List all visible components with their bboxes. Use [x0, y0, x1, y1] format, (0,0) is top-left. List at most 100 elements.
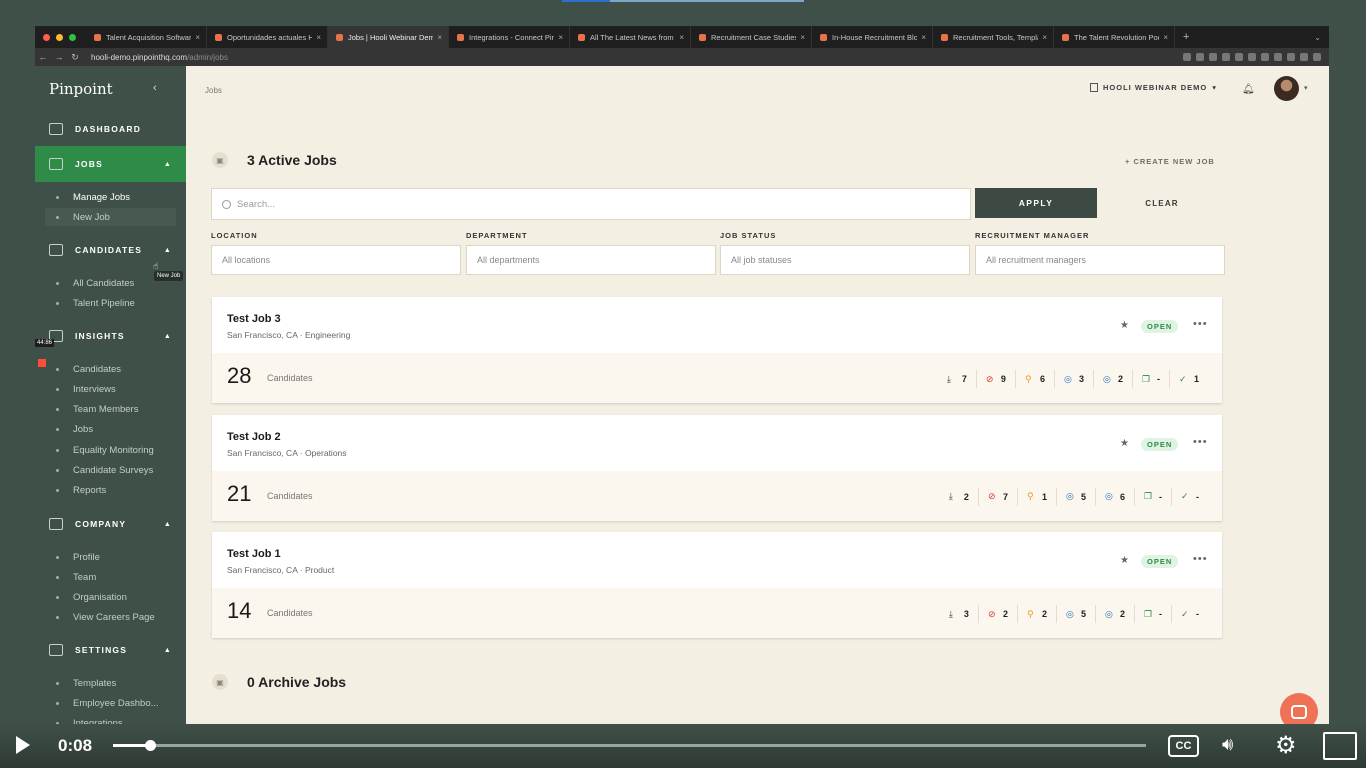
sidebar-subitem[interactable]: Interviews	[45, 380, 176, 398]
bookmark-star-icon[interactable]	[1209, 53, 1217, 61]
pipeline-stage[interactable]: ⤓ 3	[940, 605, 979, 623]
sidebar-subitem[interactable]: Integrations	[45, 715, 176, 724]
more-options-icon[interactable]: •••	[1193, 553, 1208, 565]
browser-tab[interactable]: All The Latest News from Pinp ×	[570, 26, 691, 48]
nav-insights[interactable]: INSIGHTS ▲	[35, 318, 186, 354]
pipeline-stage[interactable]: ✓ -	[1172, 488, 1208, 506]
seek-handle[interactable]	[145, 740, 157, 751]
browser-tab[interactable]: Oportunidades actuales Hooli ×	[207, 26, 328, 48]
sidebar-subitem[interactable]: Team	[45, 568, 176, 586]
sidebar-subitem[interactable]: Profile	[45, 548, 176, 566]
sidebar-subitem[interactable]: Reports	[45, 482, 176, 500]
nav-candidates[interactable]: CANDIDATES ▲	[35, 232, 186, 268]
filter-select[interactable]: All departments	[466, 245, 716, 275]
chevron-down-icon[interactable]: ▾	[1304, 84, 1308, 92]
pipeline-stage[interactable]: ❐ -	[1135, 487, 1172, 506]
pipeline-stage[interactable]: ⊘ 9	[977, 370, 1016, 388]
job-card[interactable]: Test Job 3 San Francisco, CA · Engineerin…	[212, 297, 1222, 403]
browser-tab[interactable]: Recruitment Case Studies - Le×	[691, 26, 812, 48]
browser-tab[interactable]: The Talent Revolution Podcast ×	[1054, 26, 1175, 48]
reload-icon[interactable]: ↻	[67, 52, 83, 63]
browser-tab[interactable]: Talent Acquisition Software - A×	[86, 26, 207, 48]
collapse-sidebar-icon[interactable]: ‹	[153, 82, 157, 94]
captions-button[interactable]: CC	[1168, 735, 1199, 757]
pipeline-stage[interactable]: ◎ 5	[1057, 487, 1096, 506]
apply-button[interactable]: APPLY	[975, 188, 1097, 218]
close-window-button[interactable]	[43, 33, 50, 41]
zoom-icon[interactable]	[1183, 53, 1191, 61]
pipeline-stage[interactable]: ⊘ 2	[979, 605, 1018, 623]
sidebar-subitem[interactable]: Templates	[45, 674, 176, 692]
job-title[interactable]: Test Job 3	[227, 313, 281, 325]
nav-company[interactable]: COMPANY ▲	[35, 506, 186, 542]
nav-settings[interactable]: SETTINGS ▲	[35, 632, 186, 668]
pipeline-stage[interactable]: ✓ 1	[1170, 370, 1208, 388]
nav-dashboard[interactable]: DASHBOARD	[35, 111, 186, 147]
extension-icon[interactable]	[1222, 53, 1230, 61]
pipeline-stage[interactable]: ◎ 5	[1057, 605, 1096, 623]
more-options-icon[interactable]: •••	[1193, 436, 1208, 448]
sidebar-subitem[interactable]: New Job	[45, 208, 176, 227]
avatar[interactable]	[1274, 76, 1299, 101]
new-tab-button[interactable]: +	[1175, 31, 1197, 43]
more-options-icon[interactable]: •••	[1193, 318, 1208, 330]
filter-select[interactable]: All job statuses	[720, 245, 970, 275]
pipeline-stage[interactable]: ◎ 6	[1096, 487, 1135, 506]
close-tab-icon[interactable]: ×	[437, 33, 442, 42]
sidebar-subitem[interactable]: Equality Monitoring	[45, 441, 176, 459]
close-tab-icon[interactable]: ×	[921, 33, 926, 42]
search-input[interactable]: Search...	[211, 188, 971, 220]
volume-icon[interactable]: 🔊︎	[1222, 734, 1233, 755]
back-icon[interactable]: ←	[35, 52, 51, 62]
pipeline-stage[interactable]: ◎ 2	[1094, 370, 1133, 388]
breadcrumb[interactable]: Jobs	[205, 86, 222, 95]
sidebar-subitem[interactable]: View Careers Page	[45, 609, 176, 627]
pipeline-stage[interactable]: ⤓ 7	[938, 370, 977, 388]
sidebar-subitem[interactable]: Manage Jobs	[45, 188, 176, 206]
url-field[interactable]: hooli-demo.pinpointhq.com/admin/jobs	[91, 53, 228, 62]
job-card[interactable]: Test Job 1 San Francisco, CA · Product ★ OP…	[212, 532, 1222, 638]
tab-search-icon[interactable]: ⌄	[1314, 33, 1329, 42]
pipeline-stage[interactable]: ⚲ 2	[1018, 605, 1057, 623]
sidebar-subitem[interactable]: Talent Pipeline	[45, 294, 176, 312]
star-icon[interactable]: ★	[1120, 438, 1129, 449]
recording-stop-icon[interactable]	[38, 359, 46, 367]
extension-icon[interactable]	[1248, 53, 1256, 61]
browser-tab[interactable]: Recruitment Tools, Templates ×	[933, 26, 1054, 48]
job-title[interactable]: Test Job 2	[227, 431, 281, 443]
fullscreen-icon[interactable]	[1323, 732, 1357, 760]
star-icon[interactable]: ★	[1120, 555, 1129, 566]
close-tab-icon[interactable]: ×	[800, 33, 805, 42]
sidebar-subitem[interactable]: Employee Dashbo...	[45, 694, 176, 712]
close-tab-icon[interactable]: ×	[558, 33, 563, 42]
bell-icon[interactable]: 🔔︎	[1242, 84, 1255, 95]
pipeline-stage[interactable]: ⤓ 2	[940, 487, 979, 506]
star-icon[interactable]: ★	[1120, 320, 1129, 331]
extensions-puzzle-icon[interactable]	[1287, 53, 1295, 61]
minimize-window-button[interactable]	[56, 33, 63, 41]
menu-dots-icon[interactable]	[1313, 53, 1321, 61]
filter-select[interactable]: All recruitment managers	[975, 245, 1225, 275]
clear-button[interactable]: CLEAR	[1101, 188, 1223, 218]
nav-jobs[interactable]: JOBS ▲	[35, 146, 186, 182]
job-card[interactable]: Test Job 2 San Francisco, CA · Operations…	[212, 414, 1222, 521]
pinpoint-logo[interactable]: Pinpoint	[49, 80, 113, 98]
browser-tab[interactable]: Integrations - Connect Pinpoin ×	[449, 26, 570, 48]
pipeline-stage[interactable]: ❐ -	[1135, 605, 1172, 623]
seek-bar[interactable]	[113, 740, 1146, 751]
org-switcher[interactable]: HOOLI WEBINAR DEMO ▾	[1090, 83, 1217, 92]
pipeline-stage[interactable]: ❐ -	[1133, 370, 1170, 388]
close-tab-icon[interactable]: ×	[679, 33, 684, 42]
extension-icon[interactable]	[1274, 53, 1282, 61]
browser-tab[interactable]: In-House Recruitment Blog - I ×	[812, 26, 933, 48]
close-tab-icon[interactable]: ×	[316, 33, 321, 42]
sidebar-subitem[interactable]: Jobs	[45, 421, 176, 439]
pipeline-stage[interactable]: ◎ 2	[1096, 605, 1135, 623]
sidebar-subitem[interactable]: Candidates	[45, 360, 176, 378]
sidebar-subitem[interactable]: Team Members	[45, 401, 176, 419]
maximize-window-button[interactable]	[69, 33, 76, 41]
pipeline-stage[interactable]: ⊘ 7	[979, 487, 1018, 506]
share-icon[interactable]	[1196, 53, 1204, 61]
pipeline-stage[interactable]: ◎ 3	[1055, 370, 1094, 388]
settings-gear-icon[interactable]: ⚙	[1275, 731, 1297, 760]
